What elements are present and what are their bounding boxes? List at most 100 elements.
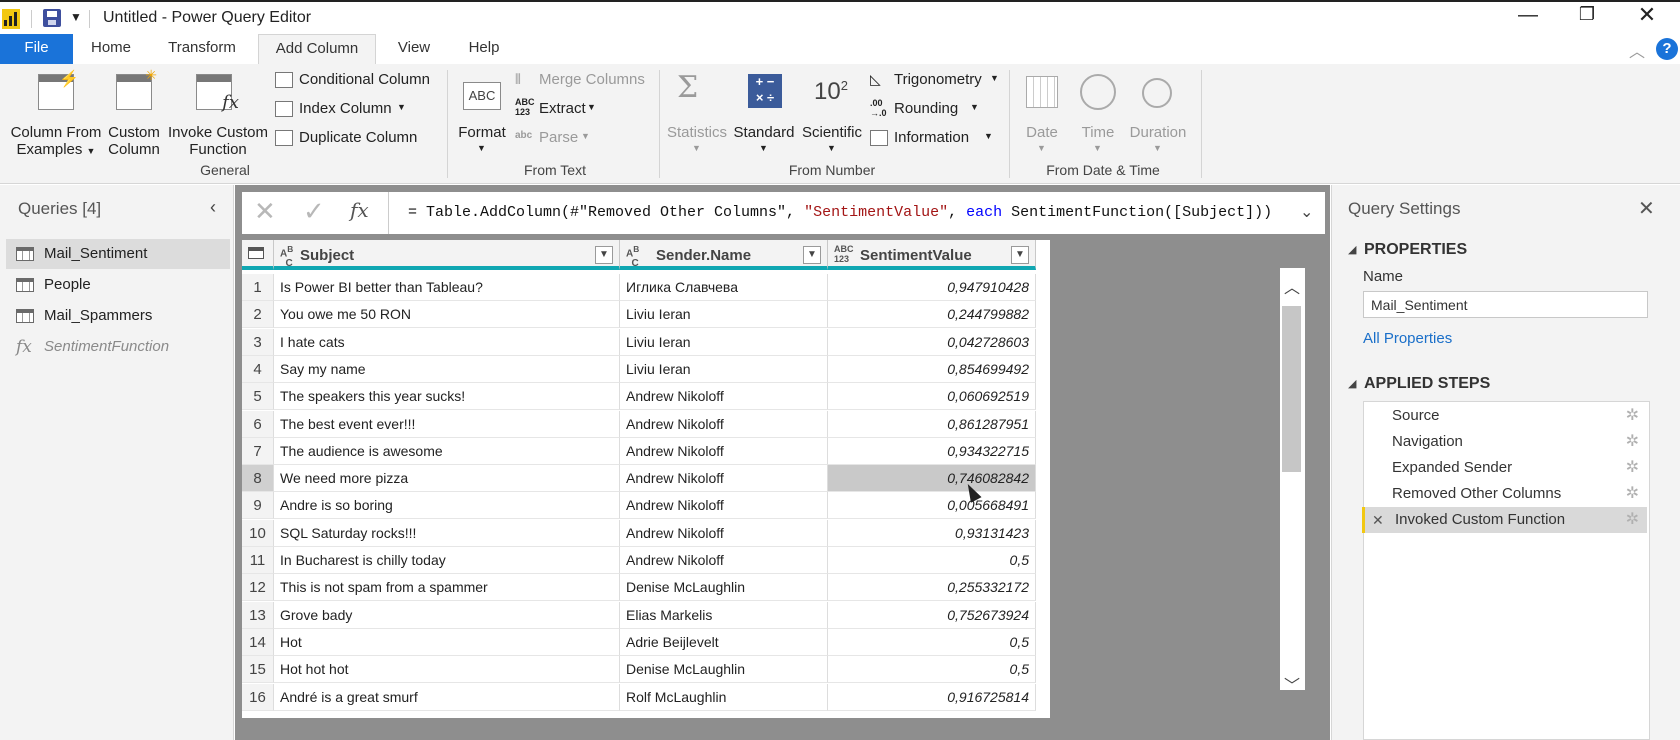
cell-subject[interactable]: In Bucharest is chilly today bbox=[274, 547, 620, 574]
expand-formula-icon[interactable]: ⌄ bbox=[1300, 202, 1313, 222]
cell-sender-name[interactable]: Liviu Ieran bbox=[620, 356, 828, 383]
tab-file[interactable]: File bbox=[0, 34, 73, 64]
gear-icon[interactable]: ✲ bbox=[1626, 455, 1639, 481]
query-item-mail-sentiment[interactable]: Mail_Sentiment bbox=[6, 239, 230, 269]
column-filter-icon[interactable]: ▼ bbox=[595, 246, 613, 264]
cell-sentiment-value[interactable]: 0,916725814 bbox=[828, 684, 1036, 711]
scientific-button[interactable]: 102 Scientific ▼ bbox=[800, 70, 864, 160]
commit-formula-icon[interactable]: ✓ bbox=[303, 196, 325, 227]
cell-sender-name[interactable]: Andrew Nikoloff bbox=[620, 438, 828, 465]
help-icon[interactable]: ? bbox=[1656, 38, 1678, 60]
cell-sentiment-value[interactable]: 0,255332172 bbox=[828, 574, 1036, 601]
collapse-ribbon-icon[interactable]: ︿ bbox=[1629, 38, 1645, 62]
close-settings-icon[interactable]: ✕ bbox=[1638, 196, 1655, 221]
cell-sender-name[interactable]: Andrew Nikoloff bbox=[620, 492, 828, 519]
collapse-properties-icon[interactable]: ◢ bbox=[1348, 243, 1356, 256]
step-source[interactable]: Source ✲ bbox=[1362, 403, 1647, 429]
cell-sentiment-value[interactable]: 0,5 bbox=[828, 656, 1036, 683]
tab-add-column[interactable]: Add Column bbox=[258, 34, 376, 65]
cell-sender-name[interactable]: Denise McLaughlin bbox=[620, 656, 828, 683]
column-from-examples-button[interactable]: ⚡ Column From Examples ▼ bbox=[8, 70, 104, 160]
tab-view[interactable]: View bbox=[389, 34, 439, 64]
vertical-scrollbar[interactable]: ︿ ﹀ bbox=[1280, 268, 1305, 695]
cell-sentiment-value[interactable]: 0,93131423 bbox=[828, 520, 1036, 547]
cell-sentiment-value[interactable]: 0,060692519 bbox=[828, 383, 1036, 410]
cell-sender-name[interactable]: Andrew Nikoloff bbox=[620, 547, 828, 574]
format-button[interactable]: ABC Format ▼ bbox=[455, 70, 509, 160]
step-removed-other-columns[interactable]: Removed Other Columns ✲ bbox=[1362, 481, 1647, 507]
cell-sentiment-value[interactable]: 0,854699492 bbox=[828, 356, 1036, 383]
cell-subject[interactable]: Is Power BI better than Tableau? bbox=[274, 274, 620, 301]
step-expanded-sender[interactable]: Expanded Sender ✲ bbox=[1362, 455, 1647, 481]
gear-icon[interactable]: ✲ bbox=[1626, 507, 1639, 533]
save-icon[interactable] bbox=[43, 9, 61, 27]
query-item-people[interactable]: People bbox=[6, 270, 230, 300]
cell-sentiment-value[interactable]: 0,861287951 bbox=[828, 411, 1036, 438]
scroll-down-icon[interactable]: ﹀ bbox=[1284, 672, 1300, 696]
cell-subject[interactable]: You owe me 50 RON bbox=[274, 301, 620, 328]
fx-icon[interactable]: fx bbox=[350, 198, 369, 222]
tab-transform[interactable]: Transform bbox=[158, 34, 246, 64]
column-filter-icon[interactable]: ▼ bbox=[1011, 246, 1029, 264]
step-navigation[interactable]: Navigation ✲ bbox=[1362, 429, 1647, 455]
cell-subject[interactable]: SQL Saturday rocks!!! bbox=[274, 520, 620, 547]
cell-sender-name[interactable]: Rolf McLaughlin bbox=[620, 684, 828, 711]
cell-subject[interactable]: This is not spam from a spammer bbox=[274, 574, 620, 601]
cell-subject[interactable]: The audience is awesome bbox=[274, 438, 620, 465]
cell-subject[interactable]: André is a great smurf bbox=[274, 684, 620, 711]
query-item-mail-spammers[interactable]: Mail_Spammers bbox=[6, 301, 230, 331]
cell-sentiment-value[interactable]: 0,746082842 bbox=[828, 465, 1036, 492]
column-header-subject[interactable]: AB C Subject ▼ bbox=[274, 240, 620, 270]
cell-sentiment-value[interactable]: 0,244799882 bbox=[828, 301, 1036, 328]
query-item-sentiment-function[interactable]: fx SentimentFunction bbox=[6, 332, 230, 362]
invoke-custom-function-button[interactable]: fx Invoke Custom Function bbox=[166, 70, 270, 160]
cell-sender-name[interactable]: Andrew Nikoloff bbox=[620, 411, 828, 438]
cell-sentiment-value[interactable]: 0,934322715 bbox=[828, 438, 1036, 465]
quick-access-dropdown-icon[interactable]: ▼ bbox=[70, 10, 82, 24]
cell-subject[interactable]: We need more pizza bbox=[274, 465, 620, 492]
cell-subject[interactable]: Grove bady bbox=[274, 602, 620, 629]
cell-subject[interactable]: The best event ever!!! bbox=[274, 411, 620, 438]
close-window-icon[interactable]: ✕ bbox=[1627, 2, 1667, 28]
cell-sentiment-value[interactable]: 0,947910428 bbox=[828, 274, 1036, 301]
cell-sender-name[interactable]: Andrew Nikoloff bbox=[620, 383, 828, 410]
step-invoked-custom-function[interactable]: ✕ Invoked Custom Function ✲ bbox=[1362, 507, 1647, 533]
cell-subject[interactable]: Say my name bbox=[274, 356, 620, 383]
formula-input[interactable]: = Table.AddColumn(#"Removed Other Column… bbox=[408, 204, 1272, 221]
column-header-sender-name[interactable]: AB C Sender.Name ▼ bbox=[620, 240, 828, 270]
cell-sender-name[interactable]: Elias Markelis bbox=[620, 602, 828, 629]
cell-subject[interactable]: Hot bbox=[274, 629, 620, 656]
restore-icon[interactable]: ❐ bbox=[1567, 4, 1607, 25]
gear-icon[interactable]: ✲ bbox=[1626, 403, 1639, 429]
cell-sentiment-value[interactable]: 0,5 bbox=[828, 547, 1036, 574]
cell-sender-name[interactable]: Denise McLaughlin bbox=[620, 574, 828, 601]
query-name-input[interactable] bbox=[1363, 291, 1648, 318]
cell-sentiment-value[interactable]: 0,005668491 bbox=[828, 492, 1036, 519]
scrollbar-thumb[interactable] bbox=[1282, 306, 1301, 472]
cell-sentiment-value[interactable]: 0,5 bbox=[828, 629, 1036, 656]
tab-home[interactable]: Home bbox=[80, 34, 142, 64]
cell-sender-name[interactable]: Liviu Ieran bbox=[620, 329, 828, 356]
cell-subject[interactable]: Andre is so boring bbox=[274, 492, 620, 519]
cell-sender-name[interactable]: Andrew Nikoloff bbox=[620, 465, 828, 492]
cell-sentiment-value[interactable]: 0,752673924 bbox=[828, 602, 1036, 629]
gear-icon[interactable]: ✲ bbox=[1626, 429, 1639, 455]
column-header-sentiment-value[interactable]: ABC 123 SentimentValue ▼ bbox=[828, 240, 1036, 270]
cell-sender-name[interactable]: Иглика Славчева bbox=[620, 274, 828, 301]
standard-button[interactable]: + − × ÷ Standard ▼ bbox=[732, 70, 796, 160]
table-menu-button[interactable] bbox=[242, 240, 274, 270]
cell-sender-name[interactable]: Adrie Beijlevelt bbox=[620, 629, 828, 656]
gear-icon[interactable]: ✲ bbox=[1626, 481, 1639, 507]
cell-subject[interactable]: Hot hot hot bbox=[274, 656, 620, 683]
minimize-icon[interactable]: — bbox=[1508, 4, 1548, 27]
cell-sentiment-value[interactable]: 0,042728603 bbox=[828, 329, 1036, 356]
cell-sender-name[interactable]: Liviu Ieran bbox=[620, 301, 828, 328]
cell-subject[interactable]: I hate cats bbox=[274, 329, 620, 356]
delete-step-icon[interactable]: ✕ bbox=[1372, 507, 1384, 533]
tab-help[interactable]: Help bbox=[458, 34, 510, 64]
column-filter-icon[interactable]: ▼ bbox=[803, 246, 821, 264]
cell-subject[interactable]: The speakers this year sucks! bbox=[274, 383, 620, 410]
cancel-formula-icon[interactable]: ✕ bbox=[254, 196, 276, 227]
custom-column-button[interactable]: ✳ Custom Column bbox=[104, 67, 164, 160]
collapse-queries-icon[interactable]: ‹ bbox=[210, 197, 216, 218]
